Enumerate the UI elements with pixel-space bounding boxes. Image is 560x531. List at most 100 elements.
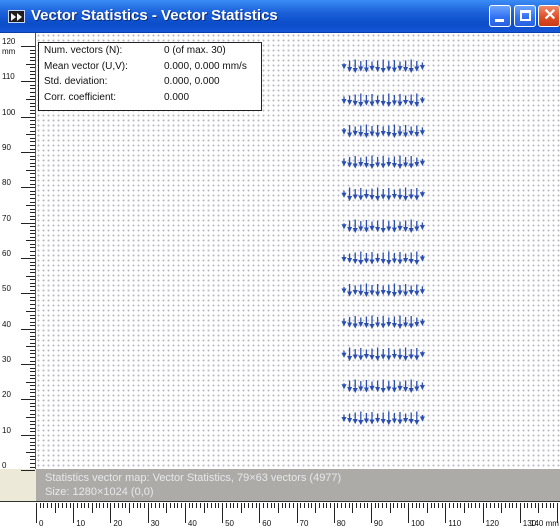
status-size-info: Size: 1280×1024 (0,0) <box>45 486 154 498</box>
ruler-tick <box>125 503 127 508</box>
ruler-tick <box>318 503 320 508</box>
close-button[interactable]: ✕ <box>538 5 560 27</box>
y-ruler-label: 50 <box>2 284 11 294</box>
ruler-tick <box>330 503 331 508</box>
ruler-tick <box>490 503 491 508</box>
ruler-tick <box>244 503 246 508</box>
stats-row-std-deviation: Std. deviation: 0.000, 0.000 <box>44 76 261 92</box>
ruler-tick <box>47 503 49 508</box>
ruler-tick <box>30 392 35 394</box>
ruler-tick <box>423 503 424 508</box>
ruler-tick <box>30 56 35 58</box>
ruler-tick <box>30 180 35 182</box>
ruler-tick <box>117 503 119 508</box>
ruler-tick <box>30 261 35 263</box>
y-ruler: 120 110 100 90 80 70 60 50 40 30 20 10 0 mm <box>0 33 36 471</box>
ruler-tick <box>30 353 35 355</box>
ruler-tick <box>30 141 35 143</box>
ruler-tick <box>248 503 250 508</box>
ruler-tick <box>30 243 35 245</box>
ruler-tick <box>30 137 35 139</box>
ruler-tick <box>158 503 160 508</box>
x-ruler-label: 60 <box>262 519 272 528</box>
ruler-tick <box>30 77 35 79</box>
ruler-tick <box>196 503 197 508</box>
stats-value: 0 (of max. 30) <box>164 45 226 56</box>
maximize-button[interactable] <box>514 5 536 27</box>
ruler-tick <box>289 503 291 508</box>
ruler-tick <box>30 183 35 185</box>
ruler-tick <box>404 503 406 508</box>
ruler-tick <box>30 123 35 125</box>
ruler-tick <box>30 395 35 397</box>
y-ruler-label: 40 <box>2 319 11 329</box>
x-ruler-label: 20 <box>113 519 123 528</box>
ruler-tick <box>486 503 488 508</box>
ruler-tick <box>30 420 35 422</box>
ruler-tick <box>106 503 108 508</box>
ruler-tick <box>344 503 346 508</box>
ruler-tick <box>30 201 35 203</box>
ruler-tick <box>30 448 35 450</box>
ruler-tick <box>471 503 473 508</box>
title-bar[interactable]: Vector Statistics - Vector Statistics ✕ <box>0 0 560 33</box>
ruler-tick <box>307 503 309 508</box>
y-ruler-label: 20 <box>2 390 11 400</box>
y-ruler-label: 90 <box>2 143 11 152</box>
stats-row-corr-coefficient: Corr. coefficient: 0.000 <box>44 92 261 108</box>
ruler-tick <box>30 229 35 231</box>
ruler-tick <box>30 307 35 309</box>
ruler-tick <box>534 503 536 508</box>
ruler-tick <box>545 503 547 508</box>
ruler-tick <box>30 374 35 376</box>
ruler-tick <box>437 503 439 508</box>
ruler-tick <box>99 503 101 508</box>
ruler-tick <box>30 409 35 411</box>
ruler-tick <box>95 503 97 508</box>
ruler-tick <box>30 424 35 426</box>
ruler-tick <box>30 296 35 298</box>
app-icon[interactable] <box>8 10 25 23</box>
ruler-tick <box>50 503 52 508</box>
ruler-tick <box>30 356 35 358</box>
ruler-tick <box>30 197 35 199</box>
ruler-tick <box>21 116 35 118</box>
ruler-tick <box>21 470 35 471</box>
ruler-tick <box>30 166 35 168</box>
ruler-tick <box>207 503 209 508</box>
ruler-tick <box>30 406 35 408</box>
ruler-tick <box>419 503 421 508</box>
ruler-tick <box>21 187 35 189</box>
ruler-tick <box>497 503 499 508</box>
ruler-tick <box>30 190 35 192</box>
stats-value: 0.000 <box>164 91 190 103</box>
ruler-tick <box>292 503 294 508</box>
ruler-tick <box>251 503 253 508</box>
ruler-tick <box>30 268 35 270</box>
stats-label: Mean vector (U,V): <box>44 60 128 72</box>
minimize-button[interactable] <box>489 5 511 27</box>
ruler-tick <box>84 503 86 508</box>
y-ruler-label: 60 <box>2 249 11 258</box>
vector-statistics-window: Vector Statistics - Vector Statistics ✕ … <box>0 0 560 531</box>
ruler-tick <box>69 503 71 508</box>
ruler-tick <box>237 503 238 508</box>
ruler-tick <box>397 503 398 508</box>
ruler-tick <box>91 503 93 513</box>
ruler-tick <box>441 503 443 508</box>
ruler-tick <box>378 503 380 508</box>
ruler-tick <box>30 282 35 284</box>
ruler-tick <box>300 503 302 508</box>
stats-label: Num. vectors (N): <box>44 45 123 56</box>
ruler-tick <box>341 503 343 508</box>
x-ruler-label: 110 <box>448 519 462 528</box>
ruler-tick <box>21 81 35 83</box>
ruler-tick <box>30 445 35 447</box>
x-ruler-label: 100 <box>411 519 425 528</box>
x-ruler-label: 40 <box>187 519 197 528</box>
ruler-tick <box>270 503 272 508</box>
y-ruler-label: 100 <box>2 107 16 117</box>
ruler-tick <box>30 88 35 90</box>
ruler-tick <box>30 208 35 210</box>
ruler-tick <box>21 258 35 259</box>
